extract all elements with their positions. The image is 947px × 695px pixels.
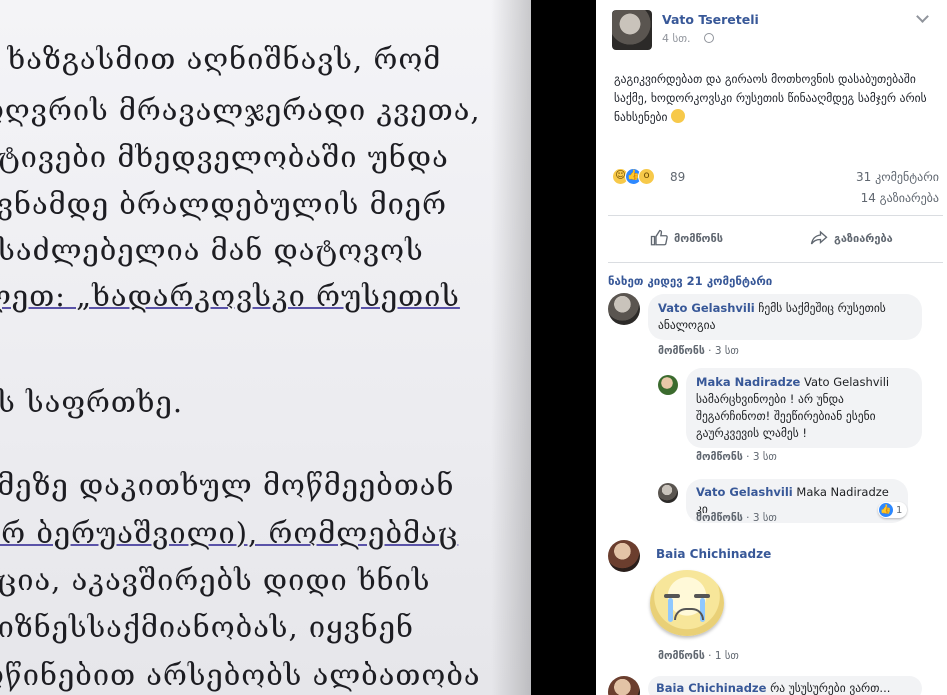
comment-bubble: Vato Gelashvili ჩემს საქმეშიც რუსეთის ან… (648, 294, 922, 340)
comment-like-count[interactable]: 👍 1 (878, 502, 908, 518)
crying-face-sticker (650, 570, 724, 636)
comment-avatar[interactable] (608, 676, 640, 695)
comment-like-number: 1 (896, 504, 903, 516)
like-reaction-icon: 👍 (879, 503, 893, 517)
comment-like-link[interactable]: მომწონს (696, 451, 743, 463)
comment-time[interactable]: 3 სთ (753, 512, 777, 524)
comment-actions: მომწონს · 3 სთ (658, 345, 739, 357)
like-button-label: მომწონს (674, 231, 724, 245)
comment-actions: მომწონს · 3 სთ (696, 451, 777, 463)
divider (608, 262, 943, 263)
photo-text-line: ბიზნესსაქმიანობას, იყვნენ (0, 610, 415, 644)
photo-edge-shadow (491, 0, 531, 695)
photo-text-line: ემეზე დაკითხულ მოწმეებთან (0, 468, 455, 502)
comment-avatar[interactable] (658, 483, 678, 503)
photo-text-line: ლეთ: „ხადარკოვსკი რუსეთის (0, 279, 460, 313)
post-time[interactable]: 4 სთ. (662, 32, 691, 45)
comment-like-link[interactable]: მომწონს (658, 650, 705, 662)
viewer-backdrop (531, 0, 596, 695)
wow-reaction-icon: o (638, 168, 655, 185)
divider (608, 215, 943, 216)
comment-avatar[interactable] (608, 540, 640, 572)
photo-text-line: ის საფრთხე. (0, 385, 184, 419)
post-text-body: გაგიკვირდებათ და გირაოს მოთხოვნის დასაბუ… (614, 72, 927, 124)
globe-icon (704, 33, 714, 43)
comment-actions: მომწონს · 3 სთ (696, 512, 777, 524)
post-text: გაგიკვირდებათ და გირაოს მოთხოვნის დასაბუ… (614, 70, 934, 127)
comment-author[interactable]: Baia Chichinadze (656, 547, 771, 561)
comment-actions: მომწონს · 1 სთ (658, 650, 739, 662)
comment-text: რა უსუსურები ვართ... (770, 681, 891, 695)
comment-author[interactable]: Baia Chichinadze (656, 681, 766, 695)
photo-text-line: ოწინებით არსებობს ალბათობა (0, 658, 481, 692)
chevron-down-icon[interactable] (916, 10, 929, 23)
comments-count[interactable]: 31 კომენტარი (856, 170, 939, 184)
sticker-tear (668, 598, 673, 622)
reaction-count[interactable]: 89 (670, 170, 685, 184)
photo-text-line: ე ხაზგასმით აღნიშნავს, რომ (0, 42, 442, 76)
comment-time[interactable]: 3 სთ (753, 451, 777, 463)
comment-time[interactable]: 3 სთ (715, 345, 739, 357)
share-button[interactable]: გაზიარება (810, 229, 893, 247)
photo-text-line: ესაძლებელია მან დატოვოს (0, 233, 424, 267)
sticker-eye (664, 594, 680, 598)
share-button-label: გაზიარება (834, 231, 893, 245)
comment-like-link[interactable]: მომწონს (658, 345, 705, 357)
photo-text-line: ოღვრის მრავალჯერადი კვეთა, (0, 93, 481, 127)
post-author-avatar[interactable] (612, 10, 652, 50)
share-icon (810, 230, 828, 245)
comment-author[interactable]: Vato Gelashvili (658, 301, 755, 315)
comment-time[interactable]: 1 სთ (715, 650, 739, 662)
shares-count[interactable]: 14 გაზიარება (861, 191, 939, 205)
comment-like-link[interactable]: მომწონს (696, 512, 743, 524)
comment-bubble: Maka Nadiradze Vato Gelashvili სამარცხვი… (686, 368, 922, 448)
thumbs-up-icon (650, 229, 668, 246)
photo-text-line: ქტივები მხედველობაში უნდა (0, 140, 449, 174)
comment-avatar[interactable] (608, 293, 640, 325)
comment-avatar[interactable] (658, 375, 678, 395)
post-author-name[interactable]: Vato Tsereteli (662, 12, 759, 27)
photo-text-line: კვნამდე ბრალდებულის მიერ (0, 187, 447, 221)
comment-author[interactable]: Maka Nadiradze (696, 375, 800, 389)
like-button[interactable]: მომწონს (650, 229, 723, 247)
photo-text-line: ურ ბერუაშვილი), რომლებმაც (0, 516, 459, 550)
post-side-panel: Vato Tsereteli 4 სთ. გაგიკვირდებათ და გი… (596, 0, 947, 695)
post-photo[interactable]: ე ხაზგასმით აღნიშნავს, რომ ოღვრის მრავალ… (0, 0, 531, 695)
comment-author[interactable]: Vato Gelashvili (696, 485, 793, 499)
view-more-comments-link[interactable]: ნახეთ კიდევ 21 კომენტარი (608, 274, 772, 288)
sticker-mouth (674, 608, 704, 620)
comment-bubble: Baia Chichinadze რა უსუსურები ვართ... (648, 676, 922, 695)
photo-text-line: აცია, აკავშირებს დიდი ხნის (0, 563, 431, 597)
facepalm-emoji-icon (671, 109, 686, 123)
